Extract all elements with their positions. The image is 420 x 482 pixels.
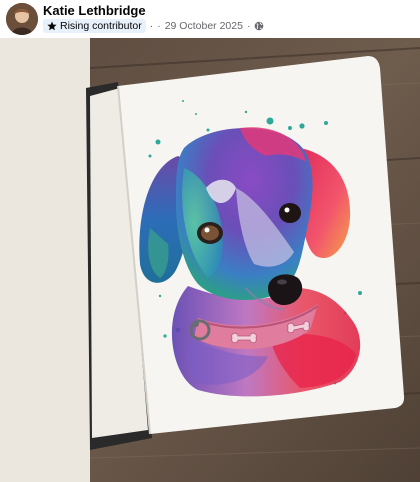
globe-icon[interactable] <box>254 21 264 31</box>
post-meta: Rising contributor · · 29 October 2025 · <box>43 18 264 34</box>
separator-dot: · <box>246 20 251 32</box>
watercolor-dog-painting-image <box>0 38 420 482</box>
post-photo[interactable] <box>0 38 420 482</box>
separator-dot: · <box>149 20 154 32</box>
badge-label: Rising contributor <box>60 20 142 32</box>
rising-contributor-badge[interactable]: Rising contributor <box>43 19 146 33</box>
avatar-image <box>6 3 38 35</box>
separator-dot: · <box>157 20 161 32</box>
post-header: Katie Lethbridge Rising contributor · · … <box>0 0 420 38</box>
avatar[interactable] <box>6 3 38 35</box>
post-date[interactable]: 29 October 2025 <box>165 20 243 32</box>
star-icon <box>47 21 57 31</box>
author-name[interactable]: Katie Lethbridge <box>43 3 146 18</box>
